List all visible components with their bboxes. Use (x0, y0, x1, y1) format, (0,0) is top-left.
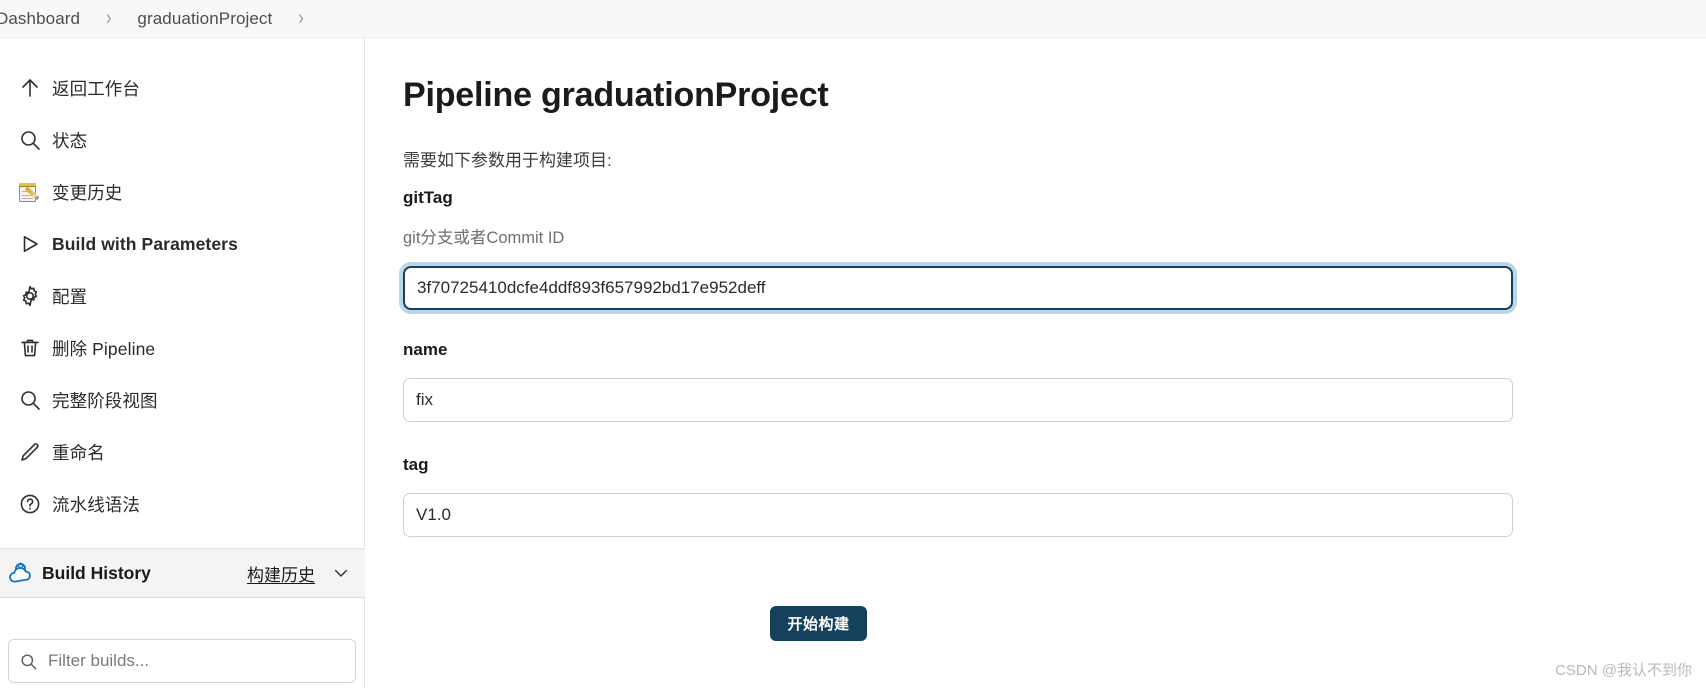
breadcrumb-separator-icon: › (298, 6, 304, 30)
sidebar-item-configure[interactable]: 配置 (0, 270, 364, 322)
sidebar: 返回工作台 状态 变更历史 Build with Parameters 配置 删… (0, 38, 365, 688)
sidebar-item-label: 完整阶段视图 (52, 390, 158, 411)
notepad-pencil-icon (8, 177, 52, 207)
sidebar-item-build-with-parameters[interactable]: Build with Parameters (0, 218, 364, 270)
sidebar-item-label: 状态 (52, 130, 88, 151)
csdn-watermark: CSDN @我认不到你 (1555, 662, 1692, 679)
build-history-title: Build History (42, 562, 151, 583)
search-icon (8, 125, 52, 155)
start-build-button[interactable]: 开始构建 (770, 606, 867, 641)
tag-input[interactable] (403, 493, 1513, 537)
gittag-input[interactable] (403, 266, 1513, 310)
breadcrumb-item-dashboard[interactable]: Dashboard (0, 9, 84, 29)
name-input[interactable] (403, 378, 1513, 422)
arrow-up-icon (8, 73, 52, 103)
pencil-icon (8, 437, 52, 467)
play-triangle-icon (8, 229, 52, 259)
breadcrumb: Dashboard › graduationProject › (0, 0, 1706, 38)
field-help-text: git分支或者Commit ID (403, 229, 565, 247)
form-field-gittag: gitTag git分支或者Commit ID (403, 188, 1513, 310)
form-field-name: name (403, 340, 1513, 422)
question-circle-icon (8, 489, 52, 519)
trash-icon (8, 333, 52, 363)
field-label: tag (403, 455, 429, 474)
field-label: name (403, 340, 448, 359)
sidebar-item-status[interactable]: 状态 (0, 114, 364, 166)
sidebar-item-pipeline-syntax[interactable]: 流水线语法 (0, 478, 364, 530)
sidebar-item-label: Build with Parameters (52, 233, 238, 254)
sidebar-item-change-history[interactable]: 变更历史 (0, 166, 364, 218)
sidebar-menu: 返回工作台 状态 变更历史 Build with Parameters 配置 删… (0, 38, 364, 530)
form-field-tag: tag (403, 455, 1513, 537)
main-content: Pipeline graduationProject 需要如下参数用于构建项目:… (365, 38, 1706, 688)
breadcrumb-separator-icon: › (106, 6, 112, 30)
sidebar-item-full-stage-view[interactable]: 完整阶段视图 (0, 374, 364, 426)
sidebar-item-label: 重命名 (52, 442, 105, 463)
sidebar-item-rename[interactable]: 重命名 (0, 426, 364, 478)
parameters-description: 需要如下参数用于构建项目: (403, 151, 612, 170)
sidebar-item-delete-pipeline[interactable]: 删除 Pipeline (0, 322, 364, 374)
sidebar-item-label: 配置 (52, 286, 88, 307)
filter-builds-input[interactable] (48, 651, 338, 671)
sidebar-item-back-to-dashboard[interactable]: 返回工作台 (0, 62, 364, 114)
sidebar-item-label: 流水线语法 (52, 494, 140, 515)
gear-icon (8, 281, 52, 311)
jenkins-pipeline-page: Dashboard › graduationProject › 返回工作台 状态 (0, 0, 1706, 688)
sidebar-item-label: 删除 Pipeline (52, 338, 156, 359)
filter-builds-container[interactable] (8, 639, 356, 683)
sidebar-item-label: 返回工作台 (52, 78, 140, 99)
chevron-down-icon[interactable] (331, 563, 351, 583)
build-history-link[interactable]: 构建历史 (247, 561, 315, 586)
breadcrumb-item-project[interactable]: graduationProject (133, 9, 276, 29)
sidebar-item-label: 变更历史 (52, 182, 123, 203)
page-title: Pipeline graduationProject (403, 76, 829, 114)
search-icon (8, 385, 52, 415)
search-icon (19, 652, 38, 671)
field-label: gitTag (403, 188, 453, 207)
weather-cloud-icon (6, 559, 36, 587)
build-history-header[interactable]: Build History 构建历史 (0, 548, 365, 598)
